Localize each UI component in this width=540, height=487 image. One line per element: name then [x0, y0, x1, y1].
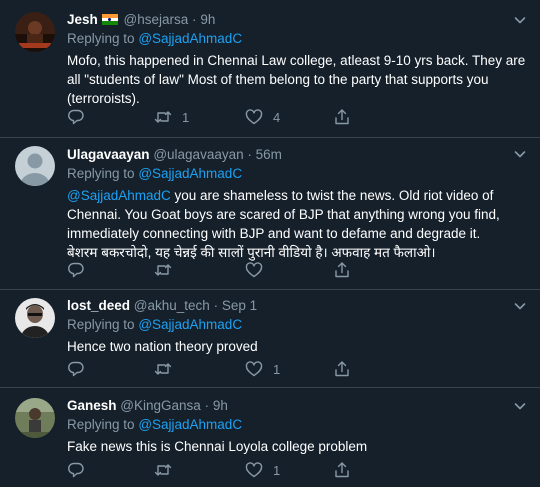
like-count: 1: [273, 462, 281, 478]
replying-to: Replying to @SajjadAhmadC: [67, 29, 526, 48]
retweet-button[interactable]: [154, 460, 182, 480]
replying-to-label: Replying to: [67, 166, 135, 181]
avatar[interactable]: [15, 12, 55, 52]
heart-icon: [245, 109, 263, 125]
heart-icon: [245, 262, 263, 278]
replying-to-link[interactable]: @SajjadAhmadC: [138, 166, 242, 181]
timestamp[interactable]: 56m: [256, 147, 282, 162]
display-name[interactable]: Jesh: [67, 12, 98, 27]
chevron-down-icon[interactable]: [512, 398, 528, 414]
like-button[interactable]: 4: [245, 107, 280, 127]
reply-button[interactable]: [67, 260, 95, 280]
tweet-ganesh[interactable]: Ganesh @KingGansa · 9h Replying to @Sajj…: [0, 388, 540, 487]
replying-to-label: Replying to: [67, 31, 135, 46]
replying-to-link[interactable]: @SajjadAhmadC: [138, 317, 242, 332]
username[interactable]: @KingGansa: [120, 398, 201, 413]
share-button[interactable]: [333, 460, 351, 480]
username[interactable]: @hsejarsa: [124, 12, 189, 27]
avatar[interactable]: [15, 146, 55, 186]
like-count: 1: [273, 361, 281, 377]
avatar[interactable]: [15, 298, 55, 338]
replying-to: Replying to @SajjadAhmadC: [67, 415, 526, 434]
separator-dot: ·: [247, 147, 252, 162]
chevron-down-icon[interactable]: [512, 146, 528, 162]
timestamp[interactable]: 9h: [213, 398, 228, 413]
replying-to: Replying to @SajjadAhmadC: [67, 164, 526, 183]
replying-to: Replying to @SajjadAhmadC: [67, 315, 526, 334]
chevron-down-icon[interactable]: [512, 12, 528, 28]
replying-to-label: Replying to: [67, 417, 135, 432]
share-icon: [335, 262, 349, 278]
reply-button[interactable]: [67, 107, 95, 127]
like-button[interactable]: 1: [245, 460, 280, 480]
retweet-icon: [154, 363, 172, 375]
tweet-text: Mofo, this happened in Chennai Law colle…: [67, 51, 526, 108]
reply-button[interactable]: [67, 460, 95, 480]
tweet-text: Hence two nation theory proved: [67, 337, 526, 356]
tweet-text: Fake news this is Chennai Loyola college…: [67, 437, 526, 456]
separator-dot: ·: [204, 398, 210, 413]
share-button[interactable]: [333, 260, 351, 280]
tweet-mention[interactable]: @SajjadAhmadC: [67, 188, 171, 203]
retweet-button[interactable]: [154, 359, 182, 379]
tweet-body-hindi: बेशरम बकरचोदो, यह चेन्नई की सालों पुरानी…: [67, 245, 436, 260]
tweet-lost-deed[interactable]: lost_deed @akhu_tech · Sep 1 Replying to…: [0, 290, 540, 388]
share-button[interactable]: [333, 359, 351, 379]
replying-to-label: Replying to: [67, 317, 135, 332]
reply-icon: [68, 462, 84, 478]
retweet-icon: [154, 264, 172, 276]
username[interactable]: @akhu_tech: [134, 298, 210, 313]
share-icon: [335, 109, 349, 125]
tweet-ulagavaayan[interactable]: Ulagavaayan @ulagavaayan · 56m Replying …: [0, 138, 540, 290]
heart-icon: [245, 462, 263, 478]
share-icon: [335, 462, 349, 478]
like-button[interactable]: [245, 260, 273, 280]
tweet-body: Hence two nation theory proved: [67, 339, 258, 354]
replying-to-link[interactable]: @SajjadAhmadC: [138, 417, 242, 432]
separator-dot: ·: [213, 298, 219, 313]
tweet-jesh[interactable]: Jesh @hsejarsa · 9h Replying to @SajjadA…: [0, 0, 540, 138]
share-icon: [335, 361, 349, 377]
replying-to-link[interactable]: @SajjadAhmadC: [138, 31, 242, 46]
username[interactable]: @ulagavaayan: [153, 147, 243, 162]
tweet-text: @SajjadAhmadC you are shameless to twist…: [67, 186, 526, 262]
retweet-count: 1: [182, 109, 190, 125]
reply-button[interactable]: [67, 359, 95, 379]
like-button[interactable]: 1: [245, 359, 280, 379]
retweet-button[interactable]: [154, 260, 182, 280]
separator-dot: ·: [192, 12, 197, 27]
display-name[interactable]: lost_deed: [67, 298, 130, 313]
retweet-button[interactable]: 1: [154, 107, 189, 127]
display-name[interactable]: Ulagavaayan: [67, 147, 150, 162]
reply-icon: [68, 109, 84, 125]
timestamp[interactable]: Sep 1: [222, 298, 257, 313]
heart-icon: [245, 361, 263, 377]
like-count: 4: [273, 109, 281, 125]
retweet-icon: [154, 464, 172, 476]
india-flag-icon: [101, 14, 118, 25]
tweet-body: Mofo, this happened in Chennai Law colle…: [67, 53, 526, 106]
reply-icon: [68, 262, 84, 278]
share-button[interactable]: [333, 107, 351, 127]
display-name[interactable]: Ganesh: [67, 398, 117, 413]
avatar[interactable]: [15, 398, 55, 438]
timestamp[interactable]: 9h: [200, 12, 215, 27]
retweet-icon: [154, 111, 172, 123]
reply-icon: [68, 361, 84, 377]
tweet-body: Fake news this is Chennai Loyola college…: [67, 439, 368, 454]
chevron-down-icon[interactable]: [512, 298, 528, 314]
